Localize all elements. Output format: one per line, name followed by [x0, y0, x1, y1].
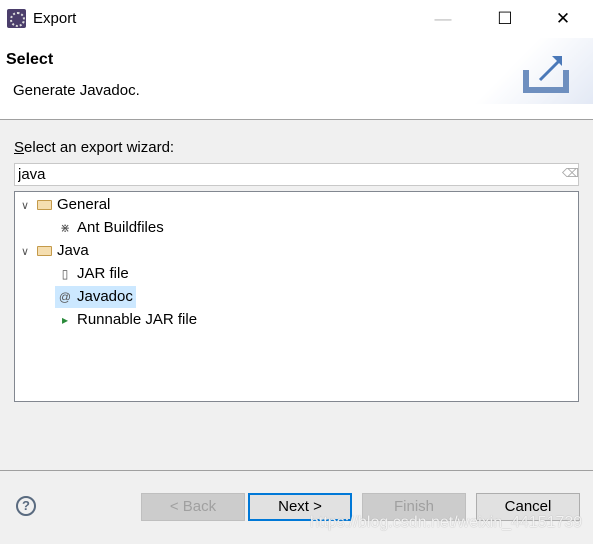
close-button[interactable]: ✕: [540, 4, 586, 34]
watermark: https://blog.csdn.net/weixin_44151739: [310, 514, 583, 531]
label-mnemonic: S: [14, 139, 25, 156]
wizard-tree[interactable]: ∨ General ⋇ Ant Buildfiles ∨ Java ▯ JAR file…: [14, 191, 579, 402]
folder-open-icon: [37, 200, 52, 210]
tree-item-label: Java: [57, 242, 89, 259]
page-title: Select: [6, 51, 54, 68]
minimize-button[interactable]: —: [420, 4, 466, 34]
help-icon[interactable]: ?: [16, 496, 36, 516]
wizard-label: Select an export wizard:: [14, 139, 174, 156]
export-banner-icon: [460, 38, 593, 104]
maximize-button[interactable]: ☐: [482, 4, 528, 34]
tree-item-java[interactable]: ∨ Java: [21, 240, 89, 262]
runnable-jar-icon: ▸: [61, 313, 69, 327]
tree-item-label: Ant Buildfiles: [77, 219, 164, 236]
back-button[interactable]: < Back: [141, 493, 245, 521]
tree-item-runnable-jar[interactable]: ▸ Runnable JAR file: [57, 309, 197, 331]
eclipse-icon: [7, 9, 26, 28]
tree-item-general[interactable]: ∨ General: [21, 194, 110, 216]
folder-open-icon: [37, 246, 52, 256]
tree-item-label: General: [57, 196, 111, 213]
tree-item-label: Runnable JAR file: [77, 311, 198, 328]
chevron-down-icon[interactable]: ∨: [21, 241, 35, 263]
javadoc-icon: @: [58, 290, 72, 304]
chevron-down-icon[interactable]: ∨: [21, 195, 35, 217]
tree-item-javadoc[interactable]: @ Javadoc: [55, 286, 136, 308]
label-text: elect an export wizard:: [24, 139, 175, 156]
wizard-header: Select Generate Javadoc.: [0, 38, 593, 120]
separator: [0, 470, 593, 471]
tree-item-label: Javadoc: [77, 288, 133, 305]
tree-item-ant-buildfiles[interactable]: ⋇ Ant Buildfiles: [57, 217, 164, 239]
page-description: Generate Javadoc.: [13, 82, 140, 99]
window-title: Export: [33, 10, 77, 27]
jar-icon: ▯: [61, 267, 69, 281]
clear-filter-icon[interactable]: ⌫: [562, 166, 579, 180]
tree-item-jar-file[interactable]: ▯ JAR file: [57, 263, 129, 285]
ant-icon: ⋇: [59, 221, 71, 235]
tree-item-label: JAR file: [77, 265, 129, 282]
filter-input[interactable]: [14, 163, 579, 186]
title-bar: Export — ☐ ✕: [0, 0, 593, 38]
